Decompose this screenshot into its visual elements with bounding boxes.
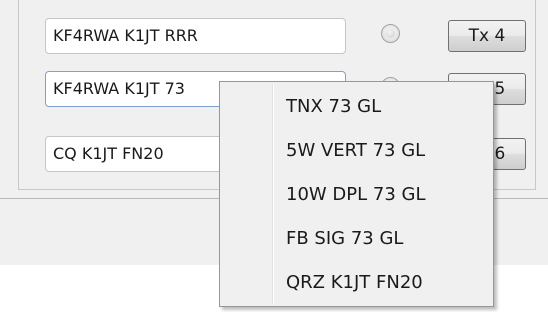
menu-item-tnx-73-gl[interactable]: TNX 73 GL — [222, 86, 491, 128]
menu-item-qrz-k1jt-fn20[interactable]: QRZ K1JT FN20 — [222, 262, 491, 304]
tx4-button[interactable]: Tx 4 — [448, 20, 526, 52]
tx4-message-field[interactable]: KF4RWA K1JT RRR — [45, 18, 346, 54]
tx5-context-menu: TNX 73 GL 5W VERT 73 GL 10W DPL 73 GL FB… — [219, 81, 494, 307]
menu-item-fb-sig-73-gl[interactable]: FB SIG 73 GL — [222, 218, 491, 260]
tx4-radio[interactable] — [381, 24, 400, 43]
menu-item-5w-vert-73-gl[interactable]: 5W VERT 73 GL — [222, 130, 491, 172]
menu-item-10w-dpl-73-gl[interactable]: 10W DPL 73 GL — [222, 174, 491, 216]
